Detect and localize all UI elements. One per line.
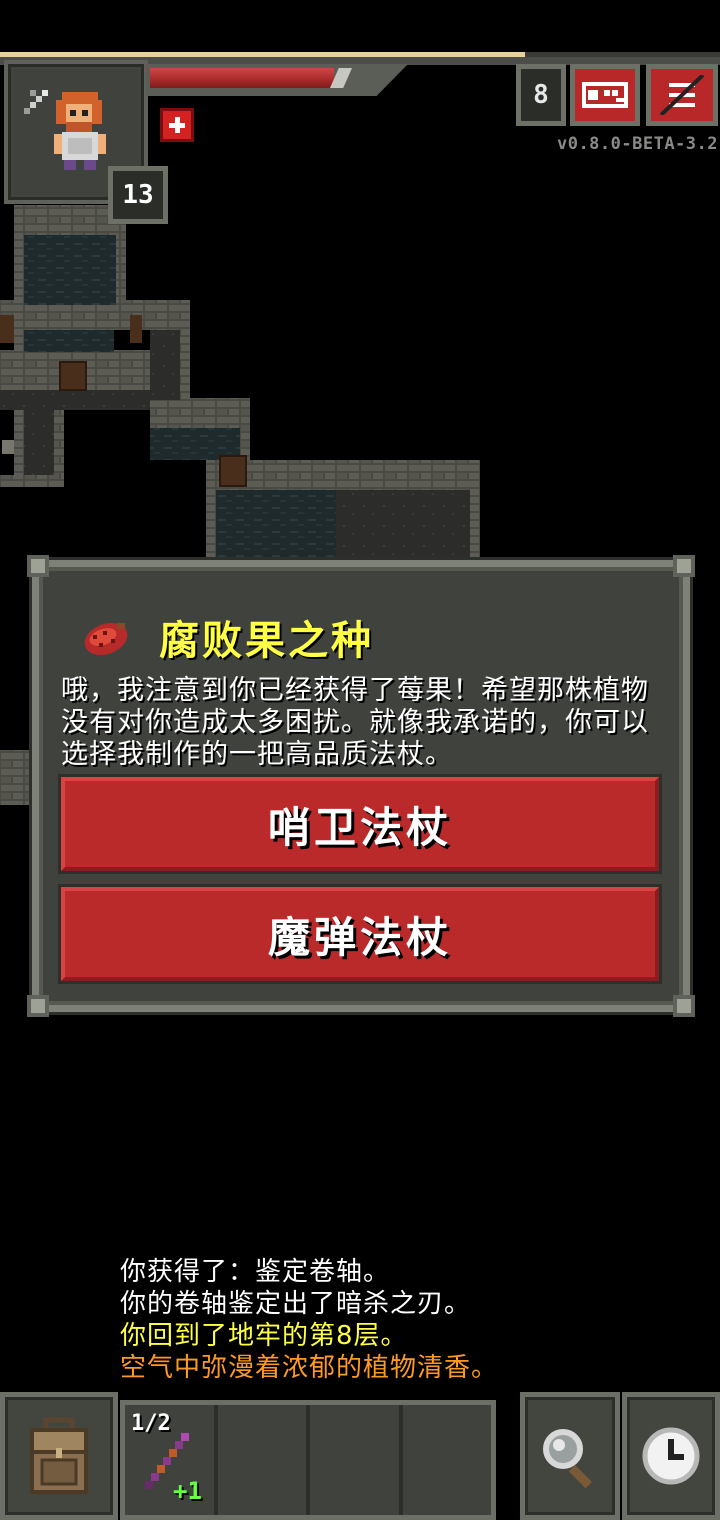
version-label: v0.8.0-BETA-3.2 — [556, 134, 718, 154]
hero-level-value: 13 — [122, 180, 154, 210]
log-line: 你的卷轴鉴定出了暗杀之刃。 — [120, 1289, 472, 1319]
choice-button-label: 魔弹法杖 — [267, 912, 452, 962]
dialog-title: 腐败果之种 — [159, 618, 374, 664]
journal-icon — [582, 82, 628, 108]
journal-button[interactable] — [570, 64, 640, 126]
choice-button-magic-missile-wand[interactable]: 魔弹法杖 — [61, 887, 659, 981]
quickslot-3[interactable] — [310, 1405, 403, 1515]
quickslot-4[interactable] — [403, 1405, 492, 1515]
depth-value: 8 — [533, 80, 549, 110]
quickslot-1[interactable]: 1/2 +1 — [125, 1405, 218, 1515]
dialog-corner — [27, 995, 49, 1017]
choice-button-label: 哨卫法杖 — [267, 802, 452, 852]
health-bar — [150, 68, 334, 88]
buff-icon[interactable] — [160, 108, 194, 142]
quickslot-2[interactable] — [218, 1405, 310, 1515]
choice-button-warding-wand[interactable]: 哨卫法杖 — [61, 777, 659, 871]
hero-level-badge: 13 — [108, 166, 168, 224]
quickslot-upgrade-level: +1 — [173, 1477, 202, 1505]
dialog-corner — [673, 555, 695, 577]
search-button[interactable] — [520, 1392, 620, 1520]
clock-icon — [642, 1427, 700, 1485]
quickslot-charges: 1/2 — [131, 1411, 171, 1436]
game-log: 你获得了：鉴定卷轴。 你的卷轴鉴定出了暗杀之刃。 你回到了地牢的第8层。 空气中… — [120, 1256, 680, 1384]
depth-indicator[interactable]: 8 — [516, 64, 566, 126]
backpack-icon — [30, 1417, 88, 1494]
dialog-corner — [673, 995, 695, 1017]
backpack-button[interactable] — [0, 1392, 118, 1520]
log-line: 你获得了：鉴定卷轴。 — [120, 1257, 391, 1287]
magnifier-icon — [543, 1429, 592, 1489]
quickslot-bar: 1/2 +1 — [120, 1400, 496, 1520]
log-line: 空气中弥漫着浓郁的植物清香。 — [120, 1353, 499, 1383]
log-line: 你回到了地牢的第8层。 — [120, 1321, 408, 1351]
menu-icon — [659, 75, 705, 115]
quest-dialog: 腐败果之种 哦，我注意到你已经获得了莓果！希望那株植物没有对你造成太多困扰。就像… — [27, 555, 695, 1017]
rotberry-seed-icon — [84, 623, 128, 655]
dialog-message: 哦，我注意到你已经获得了莓果！希望那株植物没有对你造成太多困扰。就像我承诺的，你… — [61, 675, 649, 770]
wait-button[interactable] — [622, 1392, 720, 1520]
dialog-corner — [27, 555, 49, 577]
dialog-header: 腐败果之种 — [81, 607, 374, 667]
menu-button[interactable] — [646, 64, 718, 126]
